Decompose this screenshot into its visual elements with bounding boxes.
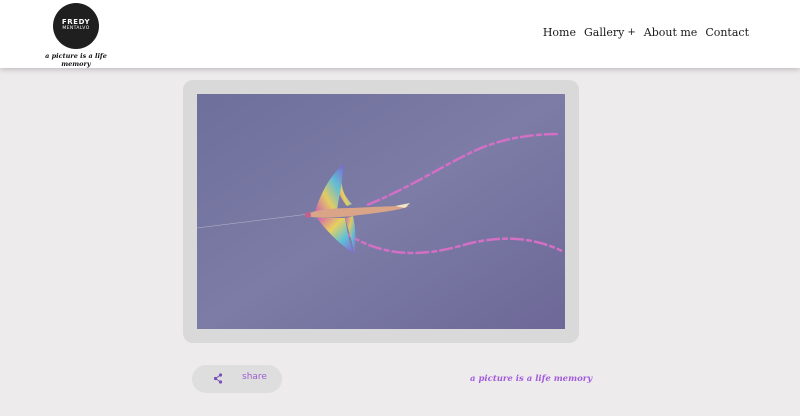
logo[interactable]: FREDY MENTALVO <box>53 3 99 49</box>
nav-gallery-label: Gallery <box>583 26 625 39</box>
site-header: FREDY MENTALVO a picture is a life memor… <box>0 0 800 68</box>
plus-icon: + <box>627 27 636 38</box>
dragon-kite-photo[interactable] <box>197 94 565 329</box>
nav-contact-label: Contact <box>705 26 749 39</box>
share-label: share <box>242 372 267 382</box>
logo-surname: MENTALVO <box>62 26 90 31</box>
nav-about-label: About me <box>643 26 698 39</box>
footer-tagline: a picture is a life memory <box>470 374 593 384</box>
share-button[interactable]: share <box>192 365 282 393</box>
main-nav: Home Gallery + About me Contact <box>543 26 749 39</box>
share-icon <box>213 373 223 384</box>
logo-tagline: a picture is a life memory <box>45 52 107 68</box>
logo-name: FREDY <box>61 18 91 26</box>
nav-about[interactable]: About me <box>644 26 698 39</box>
nav-home-label: Home <box>542 26 576 39</box>
nav-gallery[interactable]: Gallery + <box>584 26 636 39</box>
nav-contact[interactable]: Contact <box>705 26 749 39</box>
nav-home[interactable]: Home <box>543 26 576 39</box>
photo-frame <box>183 80 579 343</box>
